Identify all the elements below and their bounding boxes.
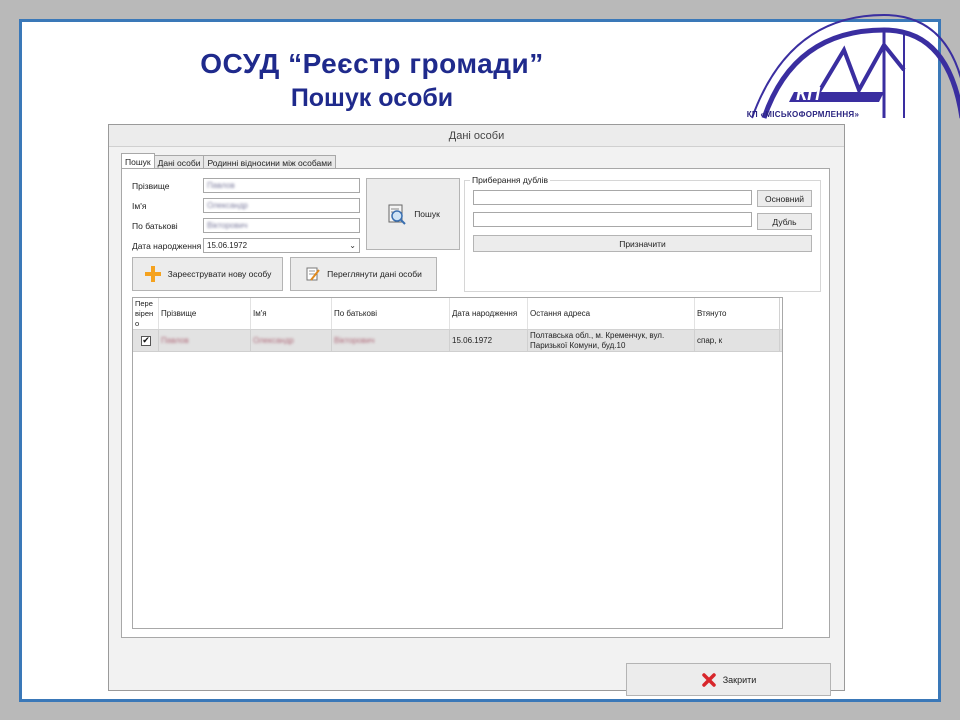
column-patronymic[interactable]: По батькові	[332, 298, 450, 329]
patronymic-label: По батькові	[132, 221, 178, 231]
birthdate-dropdown[interactable]: 15.06.1972 ⌄	[203, 238, 360, 253]
column-name[interactable]: Ім'я	[251, 298, 332, 329]
surname-input[interactable]: Павлов	[203, 178, 360, 193]
table-row[interactable]: ✔ Павлов Олександр Вікторович 15.06.1972…	[133, 330, 782, 352]
tab-family-relations[interactable]: Родинні відносини між особами	[203, 155, 336, 169]
name-value: Олександр	[207, 201, 248, 210]
column-pulled[interactable]: Втянуто	[695, 298, 780, 329]
window-title: Дані особи	[109, 125, 844, 147]
surname-cell: Павлов	[159, 330, 251, 351]
assign-button[interactable]: Призначити	[473, 235, 812, 252]
duplicate-record-input[interactable]	[473, 212, 752, 227]
surname-value: Павлов	[207, 181, 235, 190]
plus-icon	[144, 266, 161, 282]
column-birthdate[interactable]: Дата народження	[450, 298, 528, 329]
tab-search[interactable]: Пошук	[121, 153, 155, 169]
column-surname[interactable]: Прізвище	[159, 298, 251, 329]
register-button-label: Зареєструвати нову особу	[167, 269, 272, 279]
close-icon	[701, 672, 716, 687]
patronymic-input[interactable]: Вікторович	[203, 218, 360, 233]
address-cell: Полтавська обл., м. Кременчук, вул. Пари…	[528, 330, 695, 351]
close-button-label: Закрити	[722, 674, 757, 685]
tab-person-data[interactable]: Дані особи	[153, 155, 205, 169]
slide: ОСУД “Реєстр громади” Пошук особи КП КП …	[19, 13, 960, 702]
birthdate-label: Дата народження	[132, 241, 202, 251]
chevron-down-icon: ⌄	[349, 241, 356, 250]
search-icon	[388, 204, 406, 225]
logo-text: КП	[796, 84, 821, 104]
main-record-input[interactable]	[473, 190, 752, 205]
verified-cell: ✔	[133, 330, 159, 351]
column-last-address[interactable]: Остання адреса	[528, 298, 695, 329]
column-verified[interactable]: Пере вірен о	[133, 298, 159, 329]
edit-document-icon	[306, 267, 320, 281]
close-button[interactable]: Закрити	[626, 663, 831, 696]
name-cell: Олександр	[251, 330, 332, 351]
verified-checkbox[interactable]: ✔	[141, 335, 151, 346]
patronymic-cell: Вікторович	[332, 330, 450, 351]
table-header: Пере вірен о Прізвище Ім'я По батькові Д…	[133, 298, 782, 330]
duplicates-group: Приберання дублів Основний Дубль Признач…	[464, 175, 821, 292]
search-button[interactable]: Пошук	[366, 178, 460, 250]
duplicates-legend: Приберання дублів	[470, 175, 551, 185]
surname-label: Прізвище	[132, 181, 170, 191]
duplicate-record-button[interactable]: Дубль	[757, 213, 812, 230]
pulled-cell: спар, к	[695, 330, 780, 351]
slide-subtitle: Пошук особи	[290, 84, 454, 112]
patronymic-value: Вікторович	[207, 221, 248, 230]
main-record-button[interactable]: Основний	[757, 190, 812, 207]
results-table[interactable]: Пере вірен о Прізвище Ім'я По батькові Д…	[132, 297, 783, 629]
register-new-person-button[interactable]: Зареєструвати нову особу	[132, 257, 283, 291]
birthdate-value: 15.06.1972	[207, 241, 248, 250]
view-person-data-button[interactable]: Переглянути дані особи	[290, 257, 437, 291]
slide-title: ОСУД “Реєстр громади”	[200, 48, 544, 79]
logo-caption: КП «МІСЬКОФОРМЛЕННЯ»	[746, 110, 860, 119]
search-button-label: Пошук	[414, 209, 440, 219]
name-label: Ім'я	[132, 201, 147, 211]
birthdate-cell: 15.06.1972	[450, 330, 528, 351]
view-button-label: Переглянути дані особи	[327, 269, 422, 279]
tab-bar: Пошук Дані особи Родинні відносини між о…	[121, 153, 336, 169]
search-panel: Прізвище Павлов Ім'я Олександр По батько…	[121, 168, 830, 638]
name-input[interactable]: Олександр	[203, 198, 360, 213]
person-data-window: Дані особи Пошук Дані особи Родинні відн…	[108, 124, 845, 696]
